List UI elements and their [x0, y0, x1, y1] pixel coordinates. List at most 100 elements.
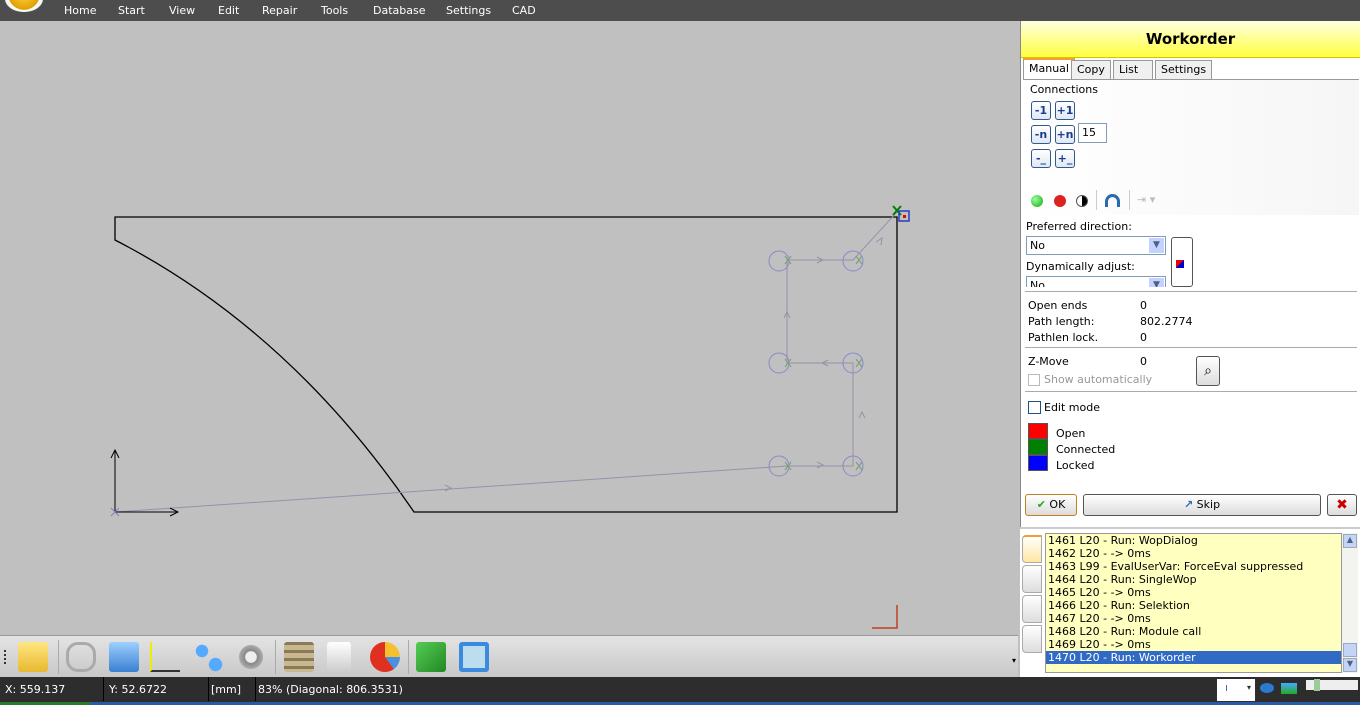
y-coordinate: Y: 52.6722	[109, 683, 167, 696]
tab-copy[interactable]: Copy	[1071, 60, 1111, 79]
pathlen-lock-label: Pathlen lock.	[1028, 331, 1099, 344]
legend-locked-label: Locked	[1056, 459, 1095, 472]
gear-icon[interactable]	[236, 642, 266, 672]
cad-canvas[interactable]	[0, 21, 1018, 635]
log-line[interactable]: 1462 L20 - -> 0ms	[1046, 547, 1341, 560]
machine-gear-icon[interactable]	[416, 642, 446, 672]
log-line[interactable]: 1461 L20 - Run: WopDialog	[1046, 534, 1341, 547]
pie-chart-icon[interactable]	[370, 642, 400, 672]
chain-link-icon[interactable]	[66, 642, 96, 672]
path-length-value: 802.2774	[1140, 315, 1193, 328]
plus-one-button[interactable]: +1	[1055, 101, 1075, 120]
minus-all-button[interactable]: -_	[1031, 149, 1051, 168]
log-side-tab-chat[interactable]	[1022, 625, 1042, 653]
preferred-direction-label: Preferred direction:	[1026, 220, 1132, 233]
contrast-icon[interactable]	[1076, 195, 1088, 207]
log-panel: 1461 L20 - Run: WopDialog 1462 L20 - -> …	[1020, 527, 1360, 677]
log-line-selected[interactable]: 1470 L20 - Run: Workorder	[1046, 651, 1341, 664]
edit-mode-label: Edit mode	[1044, 401, 1100, 414]
minus-n-button[interactable]: -n	[1031, 125, 1051, 144]
menu-start[interactable]: Start	[118, 4, 145, 17]
menu-repair[interactable]: Repair	[262, 4, 297, 17]
tab-list[interactable]: List	[1113, 60, 1153, 79]
search-button[interactable]: ⌕	[1196, 356, 1220, 386]
skip-arrow-icon: ↗	[1183, 498, 1194, 511]
origin-axes-icon	[110, 448, 180, 517]
show-automatically-checkbox[interactable]	[1028, 374, 1040, 386]
edit-mode-checkbox[interactable]	[1028, 401, 1041, 414]
tab-manual[interactable]: Manual	[1023, 58, 1075, 79]
view-3d-icon[interactable]	[1260, 683, 1274, 693]
workorder-panel: Workorder Manual Copy List Settings Conn…	[1020, 21, 1360, 527]
log-line[interactable]: 1468 L20 - Run: Module call	[1046, 625, 1341, 638]
toolbar-separator	[408, 640, 409, 674]
legend-open-label: Open	[1056, 427, 1086, 440]
legend-locked-swatch	[1028, 455, 1048, 471]
menu-edit[interactable]: Edit	[218, 4, 239, 17]
log-line[interactable]: 1466 L20 - Run: Selektion	[1046, 599, 1341, 612]
log-line[interactable]: 1463 L99 - EvalUserVar: ForceEval suppre…	[1046, 560, 1341, 573]
close-icon: ✖	[1336, 497, 1348, 513]
bottom-toolbar: ▾	[0, 635, 1018, 677]
minus-one-button[interactable]: -1	[1031, 101, 1051, 120]
film-icon[interactable]	[284, 642, 314, 672]
tab-settings[interactable]: Settings	[1155, 60, 1213, 79]
log-line[interactable]: 1465 L20 - -> 0ms	[1046, 586, 1341, 599]
nodes-icon[interactable]	[193, 642, 223, 672]
reverse-icon[interactable]	[1105, 194, 1120, 207]
open-ends-label: Open ends	[1028, 299, 1088, 312]
zmove-label: Z-Move	[1028, 355, 1069, 368]
plus-all-button[interactable]: +_	[1055, 149, 1075, 168]
x-coordinate: X: 559.137	[5, 683, 66, 696]
curve-icon[interactable]	[150, 642, 180, 672]
path-arrows	[444, 236, 883, 492]
zoom-label: 83% (Diagonal: 806.3531)	[258, 683, 403, 696]
skip-button[interactable]: ↗ Skip	[1083, 494, 1321, 516]
dynamically-adjust-label: Dynamically adjust:	[1026, 260, 1135, 273]
log-side-tab-tool[interactable]	[1022, 535, 1042, 563]
open-ends-value: 0	[1140, 299, 1147, 312]
menu-cad[interactable]: CAD	[512, 4, 536, 17]
log-side-tab-calculator[interactable]	[1022, 595, 1042, 623]
scroll-up-icon[interactable]: ▲	[1343, 534, 1357, 548]
zoom-slider[interactable]	[1306, 679, 1358, 691]
green-dot-icon[interactable]	[1031, 195, 1043, 207]
report-icon[interactable]	[327, 642, 351, 672]
plus-n-button[interactable]: +n	[1055, 125, 1075, 144]
menu-tools[interactable]: Tools	[321, 4, 348, 17]
stop-icon[interactable]	[1054, 195, 1066, 207]
cancel-button[interactable]: ✖	[1327, 494, 1357, 516]
ok-button[interactable]: ✔ OK	[1025, 494, 1077, 516]
menu-home[interactable]: Home	[64, 4, 96, 17]
menu-bar: Home Start View Edit Repair Tools Databa…	[0, 0, 1360, 21]
tool-dropdown[interactable]: ı ▾	[1217, 679, 1255, 701]
checkmark-icon: ✔	[1036, 498, 1046, 511]
layout-icon[interactable]	[459, 642, 489, 672]
view-image-icon[interactable]	[1281, 683, 1297, 694]
dynamically-adjust-select[interactable]: No ▼	[1026, 276, 1166, 287]
log-scrollbar[interactable]: ▲ ▼	[1342, 533, 1358, 673]
n-value-input[interactable]: 15	[1078, 123, 1107, 143]
log-line[interactable]: 1467 L20 - -> 0ms	[1046, 612, 1341, 625]
log-line[interactable]: 1469 L20 - -> 0ms	[1046, 638, 1341, 651]
jump-icon[interactable]: ⇥ ▾	[1137, 193, 1155, 206]
scroll-down-icon[interactable]: ▼	[1343, 658, 1357, 672]
corner-axes-icon	[872, 605, 898, 629]
log-line[interactable]: 1464 L20 - Run: SingleWop	[1046, 573, 1341, 586]
menu-settings[interactable]: Settings	[446, 4, 491, 17]
app-logo[interactable]	[5, 0, 43, 12]
color-palette-button[interactable]	[1171, 237, 1193, 287]
scroll-thumb[interactable]	[1343, 643, 1357, 657]
3d-box-icon[interactable]	[109, 642, 139, 672]
toolbar-overflow-icon[interactable]: ▾	[1012, 656, 1016, 665]
log-side-tab-ruler[interactable]	[1022, 565, 1042, 593]
zmove-value: 0	[1140, 355, 1147, 368]
pathlen-lock-value: 0	[1140, 331, 1147, 344]
toolbar-grip[interactable]	[4, 650, 6, 664]
log-list[interactable]: 1461 L20 - Run: WopDialog 1462 L20 - -> …	[1045, 533, 1342, 673]
drawing[interactable]	[0, 21, 1018, 635]
preferred-direction-select[interactable]: No ▼	[1026, 236, 1166, 255]
menu-database[interactable]: Database	[373, 4, 426, 17]
folder-icon[interactable]	[18, 642, 48, 672]
menu-view[interactable]: View	[169, 4, 195, 17]
